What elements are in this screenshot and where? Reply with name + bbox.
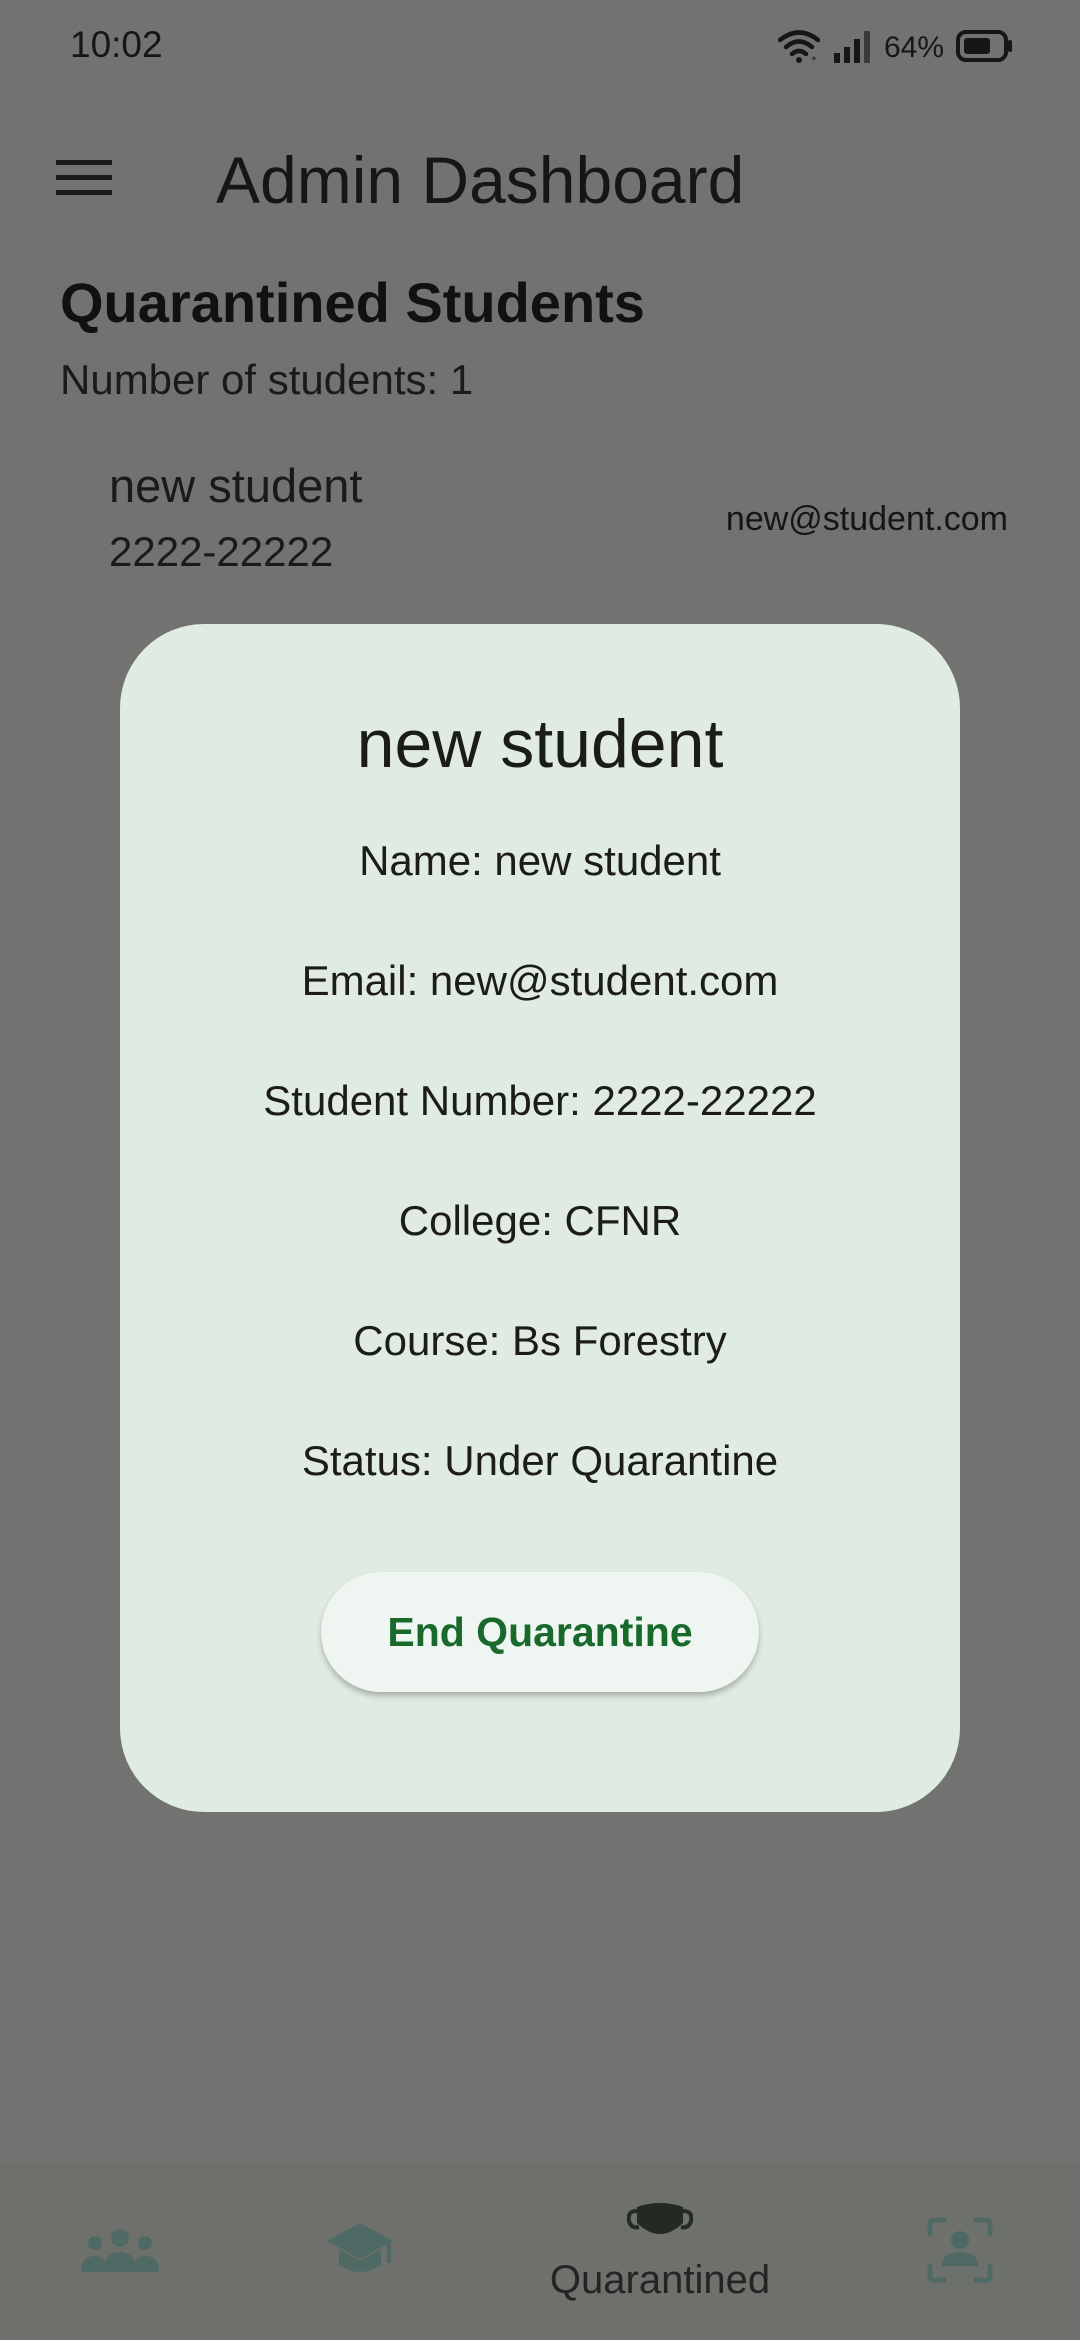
- detail-name: Name: new student: [359, 837, 721, 884]
- student-name: new student: [109, 459, 363, 512]
- bottom-navigation: Quarantined: [0, 2164, 1080, 2340]
- student-details-dialog: new student Name: new student Email: new…: [120, 624, 960, 1812]
- end-quarantine-button[interactable]: End Quarantine: [321, 1572, 759, 1692]
- nav-students-tab[interactable]: [60, 2164, 180, 2340]
- battery-percent: 64%: [883, 31, 944, 64]
- nav-quarantined-tab[interactable]: Quarantined: [520, 2164, 800, 2340]
- graduation-cap-icon: [325, 2221, 395, 2284]
- detail-course: Course: Bs Forestry: [353, 1317, 727, 1364]
- detail-student-number: Student Number: 2222-22222: [263, 1077, 817, 1124]
- nav-quarantined-label: Quarantined: [549, 2258, 771, 2302]
- wifi-icon: +: [777, 29, 821, 68]
- menu-icon: [56, 158, 112, 203]
- people-group-icon: [81, 2226, 159, 2279]
- nav-profile-tab[interactable]: [900, 2164, 1020, 2340]
- face-mask-icon: [626, 2201, 694, 2246]
- menu-button[interactable]: [44, 148, 124, 212]
- dialog-title: new student: [356, 706, 724, 782]
- svg-text:+: +: [811, 54, 817, 63]
- status-icons: + 64%: [777, 24, 1014, 72]
- battery-icon: [956, 29, 1014, 67]
- app-title: Admin Dashboard: [216, 143, 745, 217]
- signal-icon: [832, 29, 872, 68]
- detail-email: Email: new@student.com: [301, 957, 779, 1004]
- detail-college: College: CFNR: [398, 1197, 682, 1244]
- list-item[interactable]: new student 2222-22222 new@student.com: [60, 448, 1020, 598]
- app-bar: Admin Dashboard: [0, 124, 1080, 236]
- detail-status: Status: Under Quarantine: [301, 1437, 779, 1484]
- page-title: Quarantined Students: [60, 271, 645, 334]
- status-bar: 10:02 + 64%: [0, 0, 1080, 96]
- student-email: new@student.com: [725, 500, 1008, 538]
- nav-graduates-tab[interactable]: [300, 2164, 420, 2340]
- student-number: 2222-22222: [109, 528, 334, 575]
- face-scan-icon: [926, 2216, 994, 2289]
- student-count: Number of students: 1: [60, 356, 474, 403]
- status-time: 10:02: [70, 24, 163, 65]
